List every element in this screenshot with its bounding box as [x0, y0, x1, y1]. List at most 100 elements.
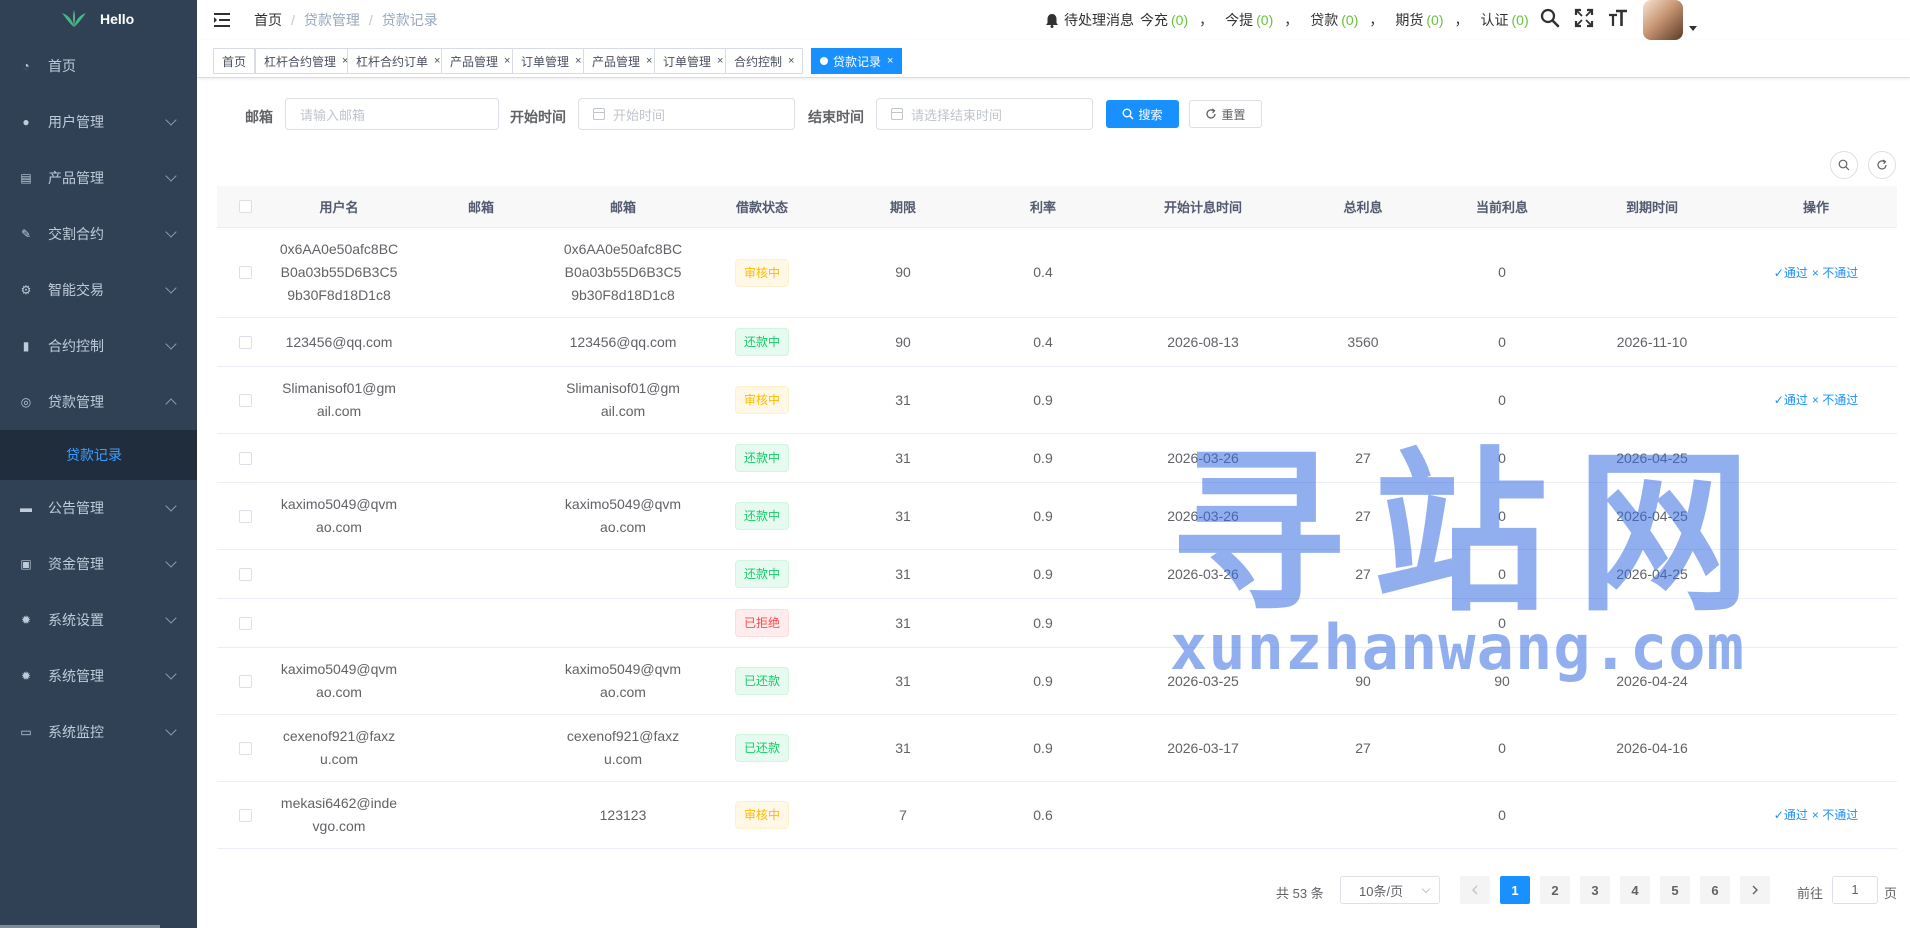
notice-count[interactable]: (0) — [1256, 12, 1273, 28]
page-button[interactable]: 6 — [1700, 876, 1730, 904]
sidebar-item-3[interactable]: ✎ 交割合约 — [0, 206, 197, 262]
cell-email2: Slimanisof01@gmail.com — [557, 377, 689, 423]
goto-label: 前往 — [1797, 886, 1824, 901]
sidebar-item-10[interactable]: ✹ 系统管理 — [0, 648, 197, 704]
row-checkbox[interactable] — [238, 567, 252, 581]
page-button[interactable]: 5 — [1660, 876, 1690, 904]
row-checkbox[interactable] — [238, 616, 252, 630]
tag-6[interactable]: 订单管理 × — [654, 48, 733, 74]
toggle-search-button[interactable] — [1830, 151, 1858, 179]
notice-label: 认证 — [1480, 12, 1509, 28]
hamburger-icon[interactable] — [214, 12, 234, 28]
page-button[interactable]: 3 — [1580, 876, 1610, 904]
notice-count[interactable]: (0) — [1426, 12, 1443, 28]
cell-current: 0 — [1435, 389, 1569, 412]
close-icon[interactable]: × — [646, 55, 652, 67]
tag-7[interactable]: 合约控制 × — [725, 48, 804, 74]
breadcrumb-home[interactable]: 首页 — [254, 10, 282, 30]
cell-text: mekasi6462@indevgo.com — [280, 795, 398, 834]
sidebar-item-2[interactable]: ▤ 产品管理 — [0, 150, 197, 206]
tag-1[interactable]: 杠杆合约管理 × — [255, 48, 358, 74]
row-checkbox[interactable] — [238, 674, 252, 688]
avatar[interactable] — [1643, 0, 1683, 40]
cell-term: 31 — [835, 612, 971, 635]
notice-count[interactable]: (0) — [1341, 12, 1358, 28]
sidebar-item-0[interactable]: ◔ 首页 — [0, 38, 197, 94]
close-icon[interactable]: × — [717, 55, 723, 67]
search-button[interactable]: 搜索 — [1106, 100, 1179, 128]
app-title: Hello — [100, 11, 135, 27]
page-button[interactable]: 4 — [1620, 876, 1650, 904]
approve-button[interactable]: ✓通过 — [1774, 266, 1808, 280]
page-button[interactable]: 1 — [1500, 876, 1530, 904]
user-icon: ● — [22, 115, 30, 129]
sidebar-item-8[interactable]: ▣ 资金管理 — [0, 536, 197, 592]
row-checkbox[interactable] — [238, 393, 252, 407]
end-time-picker[interactable]: 请选择结束时间 — [876, 98, 1093, 130]
select-all-checkbox[interactable] — [238, 200, 252, 213]
chevron-down-icon — [165, 668, 177, 680]
font-size-icon[interactable] — [1608, 8, 1628, 28]
tag-3[interactable]: 产品管理 × — [441, 48, 520, 74]
page-size-select[interactable]: 10条/页 — [1340, 876, 1440, 904]
sidebar-item-6[interactable]: ◎ 贷款管理 — [0, 374, 197, 430]
prev-page-button[interactable] — [1460, 876, 1490, 904]
close-icon[interactable]: × — [434, 55, 440, 67]
row-checkbox[interactable] — [238, 808, 252, 822]
cell-text: 90 — [895, 333, 911, 350]
tag-0[interactable]: 首页 — [213, 48, 256, 74]
goto-page-input[interactable]: 1 — [1832, 876, 1878, 904]
caret-down-icon[interactable] — [1689, 26, 1697, 31]
cell-current: 0 — [1435, 447, 1569, 470]
status-badge: 审核中 — [734, 258, 789, 287]
notice-count[interactable]: (0) — [1171, 12, 1188, 28]
email-input[interactable]: 请输入邮箱 — [285, 98, 499, 130]
start-time-picker[interactable]: 开始时间 — [578, 98, 795, 130]
sidebar-item-5[interactable]: ▮ 合约控制 — [0, 318, 197, 374]
reject-button[interactable]: × 不通过 — [1812, 808, 1858, 822]
tag-5[interactable]: 产品管理 × — [583, 48, 662, 74]
sidebar-item-label: 合约控制 — [48, 338, 104, 354]
row-checkbox[interactable] — [238, 266, 252, 279]
approve-button[interactable]: ✓通过 — [1774, 808, 1808, 822]
close-icon[interactable]: × — [887, 55, 893, 67]
reject-button[interactable]: × 不通过 — [1812, 266, 1858, 280]
page-button[interactable]: 2 — [1540, 876, 1570, 904]
close-icon[interactable]: × — [504, 55, 510, 67]
close-icon[interactable]: × — [788, 55, 794, 67]
status-badge: 已还款 — [734, 734, 789, 762]
fullscreen-icon[interactable] — [1574, 8, 1594, 28]
reset-button[interactable]: 重置 — [1189, 100, 1262, 128]
sidebar-item-9[interactable]: ✹ 系统设置 — [0, 592, 197, 648]
tag-4[interactable]: 订单管理 × — [512, 48, 591, 74]
sidebar-item-4[interactable]: ⚙ 智能交易 — [0, 262, 197, 318]
sidebar-item-11[interactable]: ▭ 系统监控 — [0, 704, 197, 760]
row-checkbox[interactable] — [238, 509, 252, 523]
sidebar-subitem-loan-records[interactable]: 贷款记录 — [0, 430, 197, 480]
logo[interactable]: Hello — [0, 0, 197, 38]
message-icon: ▬ — [20, 501, 32, 515]
approve-button[interactable]: ✓通过 — [1774, 393, 1808, 407]
search-icon[interactable] — [1540, 8, 1560, 28]
table-row: 0x6AA0e50afc8BCB0a03b55D6B3C59b30F8d18D1… — [217, 228, 1897, 318]
next-page-button[interactable] — [1740, 876, 1770, 904]
row-checkbox[interactable] — [238, 451, 252, 465]
cell-text: 123123 — [599, 806, 647, 823]
row-checkbox[interactable] — [238, 335, 252, 349]
bell-icon[interactable] — [1045, 13, 1059, 28]
sidebar-item-7[interactable]: ▬ 公告管理 — [0, 480, 197, 536]
notice-comma: ， — [1199, 12, 1214, 28]
close-icon[interactable]: × — [575, 55, 581, 67]
cell-email2: 0x6AA0e50afc8BCB0a03b55D6B3C59b30F8d18D1… — [557, 238, 689, 307]
refresh-table-button[interactable] — [1868, 151, 1896, 179]
reject-button[interactable]: × 不通过 — [1812, 393, 1858, 407]
row-checkbox[interactable] — [238, 741, 252, 755]
notice-count[interactable]: (0) — [1512, 12, 1529, 28]
tag-2[interactable]: 杠杆合约订单 × — [347, 48, 450, 74]
column-header: 操作 — [1802, 200, 1829, 215]
cell-text: 31 — [895, 449, 911, 466]
sidebar-item-1[interactable]: ● 用户管理 — [0, 94, 197, 150]
cell-username: 0x6AA0e50afc8BCB0a03b55D6B3C59b30F8d18D1… — [273, 238, 405, 307]
notice-comma: ， — [1284, 12, 1299, 28]
tag-8[interactable]: 贷款记录 × — [811, 48, 903, 74]
